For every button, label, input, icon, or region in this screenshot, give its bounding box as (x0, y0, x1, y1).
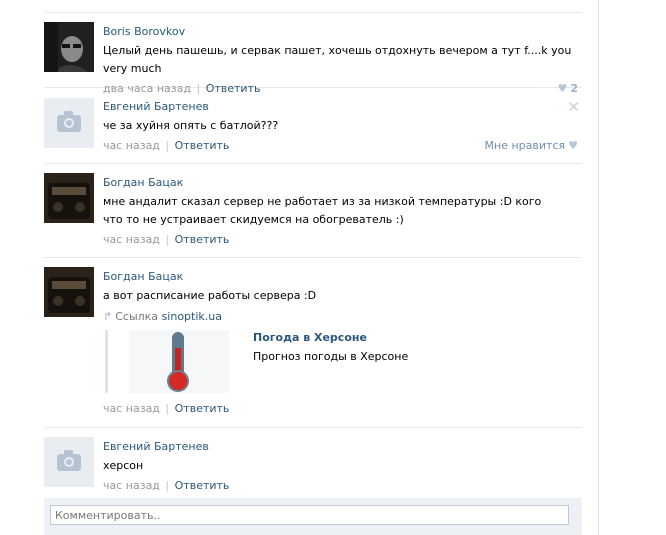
comment-meta: час назад | Ответить (103, 479, 582, 493)
comment-time[interactable]: час назад (103, 479, 160, 492)
comment-time[interactable]: час назад (103, 139, 160, 152)
preview-quote-bar (105, 330, 108, 393)
like-label: Мне нравится (484, 139, 566, 152)
comment: Boris Borovkov Целый день пашешь, и серв… (44, 13, 582, 95)
avatar-photo (44, 173, 94, 223)
comment-meta: час назад | Ответить Мне нравится ♥ (103, 139, 582, 153)
link-label: Ссылка (115, 310, 159, 323)
avatar[interactable] (44, 22, 94, 72)
comment: Богдан Бацак а вот расписание работы сер… (44, 258, 582, 428)
avatar-photo (44, 22, 94, 72)
comments-list: Boris Borovkov Целый день пашешь, и серв… (44, 12, 582, 500)
comment-author[interactable]: Евгений Бартенев (103, 440, 582, 454)
heart-icon: ♥ (568, 139, 578, 152)
comment-composer (44, 498, 582, 535)
avatar[interactable] (44, 173, 94, 223)
comment: Богдан Бацак мне андалит сказал сервер н… (44, 164, 582, 258)
reply-link[interactable]: Ответить (175, 479, 230, 492)
preview-description: Прогноз погоды в Херсоне (253, 350, 409, 363)
comment-time[interactable]: час назад (103, 233, 160, 246)
avatar-photo (44, 267, 94, 317)
link-domain[interactable]: sinoptik.ua (162, 310, 222, 323)
camera-icon (57, 111, 81, 132)
link-arrow-icon: ↱ (103, 310, 113, 323)
avatar[interactable] (44, 98, 94, 148)
reply-link[interactable]: Ответить (175, 139, 230, 152)
attached-link[interactable]: ↱ Ссылка sinoptik.ua (103, 310, 582, 324)
comment-text: а вот расписание работы сервера :D (103, 289, 317, 302)
like-button[interactable]: Мне нравится ♥ (485, 139, 578, 153)
meta-separator: | (165, 233, 170, 246)
preview-thumbnail[interactable] (129, 330, 229, 393)
meta-separator: | (165, 479, 170, 492)
page-right-border (598, 0, 599, 535)
comment-text: Целый день пашешь, и сервак пашет, хочеш… (103, 44, 572, 75)
comment-author[interactable]: Богдан Бацак (103, 176, 582, 190)
close-icon[interactable]: ✕ (567, 98, 580, 116)
comment-input[interactable] (50, 505, 569, 525)
camera-icon (57, 450, 81, 471)
comment-author[interactable]: Евгений Бартенев (103, 100, 582, 114)
thermometer-bulb (167, 370, 189, 392)
comment-text: че за хуйня опять с батлой??? (103, 119, 279, 132)
comment-time[interactable]: час назад (103, 402, 160, 415)
meta-separator: | (165, 402, 170, 415)
link-preview[interactable]: Погода в Херсоне Прогноз погоды в Херсон… (103, 330, 582, 393)
comment-meta: час назад | Ответить (103, 233, 582, 247)
comment-text: мне андалит сказал сервер не работает из… (103, 195, 542, 226)
reply-link[interactable]: Ответить (175, 233, 230, 246)
comment: ✕ Евгений Бартенев че за хуйня опять с б… (44, 88, 582, 164)
reply-link[interactable]: Ответить (175, 402, 230, 415)
meta-separator: | (165, 139, 170, 152)
avatar[interactable] (44, 267, 94, 317)
comment-author[interactable]: Boris Borovkov (103, 25, 582, 39)
preview-title[interactable]: Погода в Херсоне (253, 331, 367, 344)
comment: Евгений Бартенев херсон час назад | Отве… (44, 428, 582, 500)
comment-author[interactable]: Богдан Бацак (103, 270, 582, 284)
comment-text: херсон (103, 459, 144, 472)
comment-meta: час назад | Ответить (103, 402, 582, 416)
avatar[interactable] (44, 437, 94, 487)
